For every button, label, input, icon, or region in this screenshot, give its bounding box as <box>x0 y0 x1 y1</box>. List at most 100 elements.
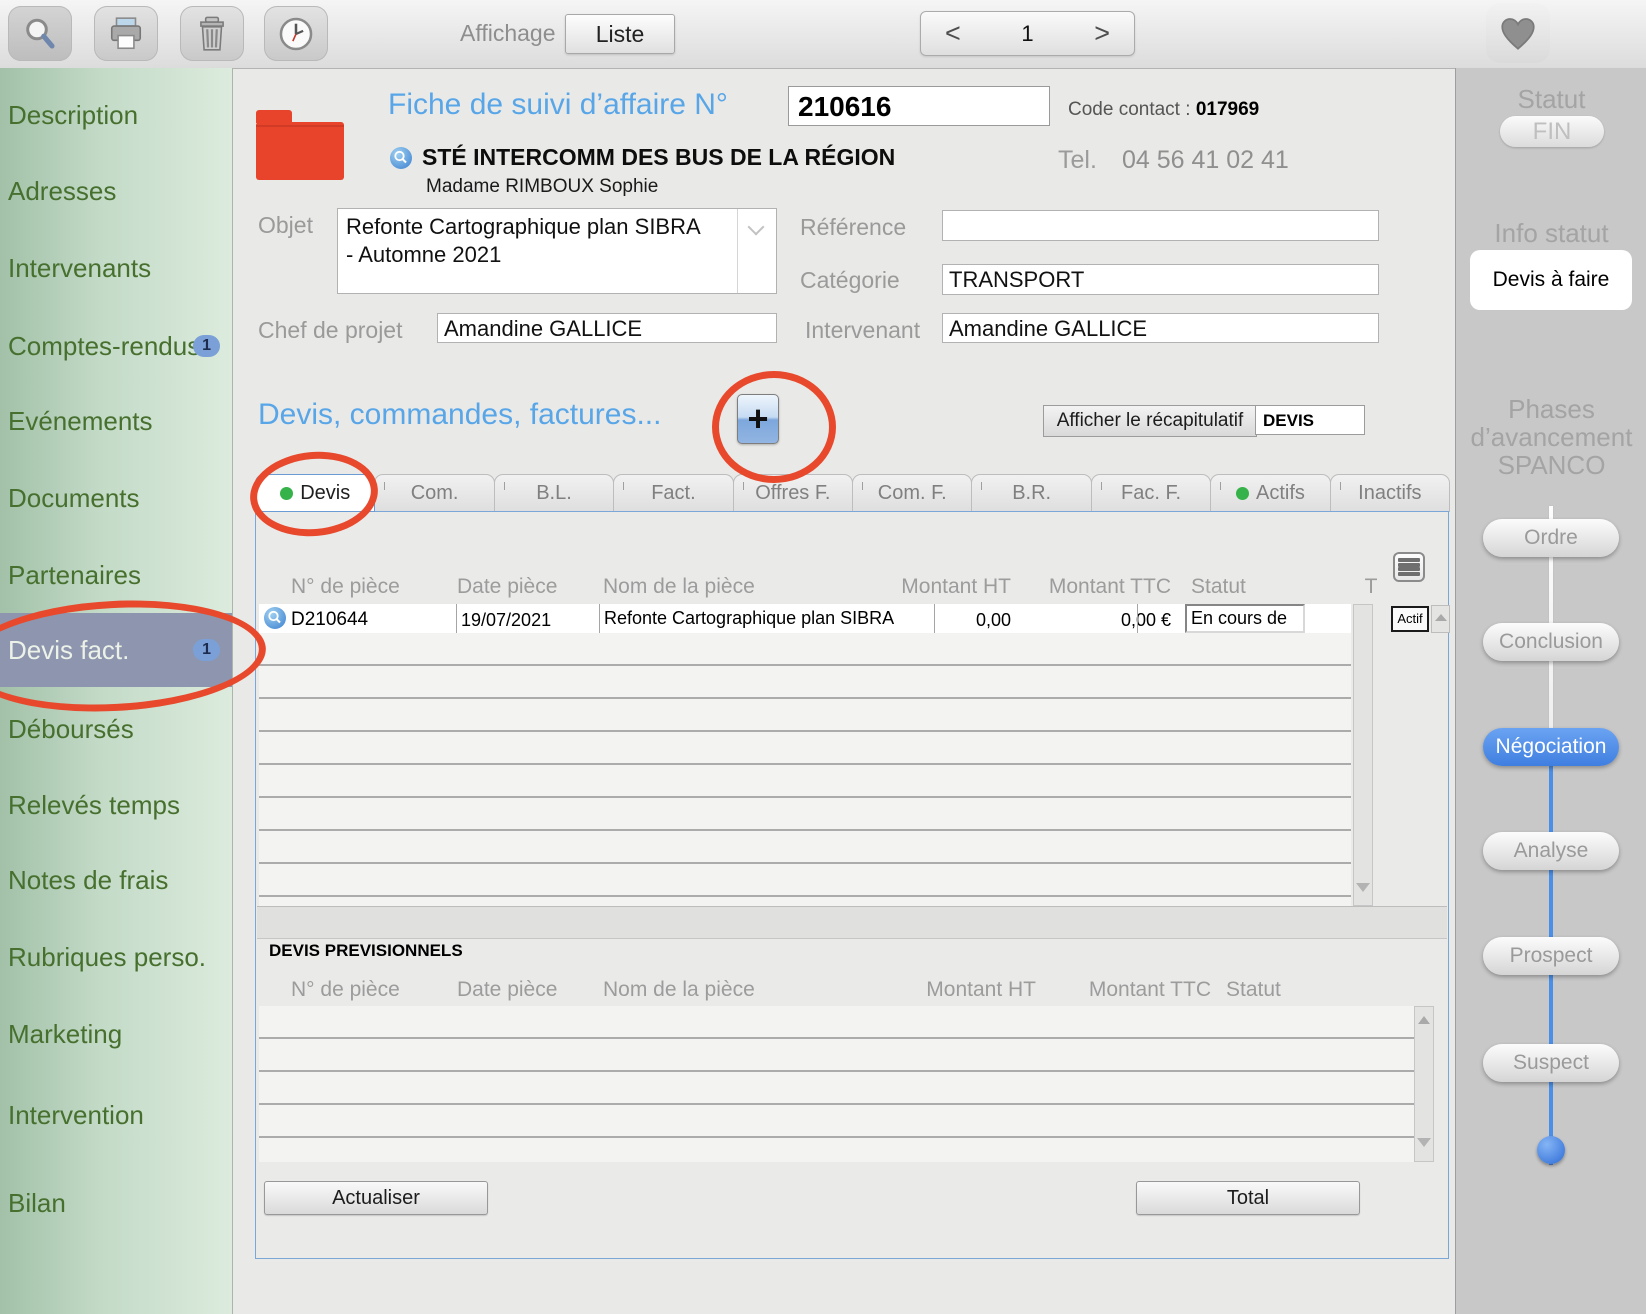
clock-icon <box>277 15 315 53</box>
heart-icon <box>1497 12 1539 54</box>
chevron-down-icon <box>748 219 765 236</box>
phase-progress-dot <box>1537 1136 1565 1164</box>
phase-conclusion[interactable]: Conclusion <box>1483 623 1619 661</box>
company-name: STÉ INTERCOMM DES BUS DE LA RÉGION <box>422 144 895 171</box>
recap-button[interactable]: Afficher le récapitulatif <box>1043 405 1257 437</box>
prev-col-header-nom: Nom de la pièce <box>603 978 755 1002</box>
sidebar-item-documents[interactable]: Documents <box>0 476 232 520</box>
categorie-field[interactable]: TRANSPORT <box>942 264 1379 295</box>
liste-button[interactable]: Liste <box>565 14 675 54</box>
document-tabs: Devis Com. B.L. Fact. Offres F. Com. F. … <box>255 474 1449 512</box>
next-record-button[interactable]: > <box>1094 18 1110 49</box>
previous-record-button[interactable]: < <box>945 18 961 49</box>
tab-br[interactable]: B.R. <box>971 474 1091 512</box>
phase-prospect[interactable]: Prospect <box>1483 937 1619 975</box>
sidebar-item-label: Notes de frais <box>8 865 168 896</box>
tab-fact[interactable]: Fact. <box>613 474 733 512</box>
statut-label: Statut <box>1456 84 1646 115</box>
objet-field[interactable]: Refonte Cartographique plan SIBRA - Auto… <box>337 208 777 294</box>
intervenant-field[interactable]: Amandine GALLICE <box>942 313 1379 343</box>
phases-title-line3: SPANCO <box>1456 450 1646 481</box>
tab-fac-f[interactable]: Fac. F. <box>1091 474 1211 512</box>
sidebar-item-partenaires[interactable]: Partenaires <box>0 553 232 597</box>
row-lookup-button[interactable] <box>264 607 286 629</box>
sidebar-item-marketing[interactable]: Marketing <box>0 1012 232 1056</box>
prev-col-header-statut: Statut <box>1226 978 1281 1002</box>
row-t-value[interactable]: Actif <box>1391 606 1429 632</box>
sidebar-item-label: Marketing <box>8 1019 122 1050</box>
sidebar-item-label: Evénements <box>8 406 153 437</box>
col-header-statut: Statut <box>1191 575 1246 599</box>
tel-value: 04 56 41 02 41 <box>1122 146 1289 175</box>
left-sidebar: Description Adresses Intervenants Compte… <box>0 68 233 1314</box>
sidebar-item-label: Partenaires <box>8 560 141 591</box>
documents-scrollbar[interactable] <box>1353 604 1373 906</box>
section-title: Devis, commandes, factures... <box>258 398 661 432</box>
sidebar-item-notes-de-frais[interactable]: Notes de frais <box>0 858 232 902</box>
phase-analyse[interactable]: Analyse <box>1483 832 1619 870</box>
search-icon <box>22 16 58 52</box>
prev-col-header-date: Date pièce <box>457 978 557 1002</box>
intervenant-label: Intervenant <box>805 317 920 344</box>
sidebar-item-debourses[interactable]: Déboursés <box>0 707 232 751</box>
actualiser-button[interactable]: Actualiser <box>264 1181 488 1215</box>
sidebar-item-label: Intervention <box>8 1100 144 1131</box>
history-button[interactable] <box>264 6 328 61</box>
sidebar-item-intervenants[interactable]: Intervenants <box>0 246 232 290</box>
record-navigator: < 1 > <box>920 11 1135 56</box>
recap-type-field[interactable]: DEVIS <box>1255 405 1365 435</box>
total-button[interactable]: Total <box>1136 1181 1360 1215</box>
phase-negociation[interactable]: Négociation <box>1483 728 1619 766</box>
prev-empty-rows-area <box>259 1006 1414 1162</box>
reference-field[interactable] <box>942 210 1379 241</box>
sidebar-item-label: Déboursés <box>8 714 134 745</box>
section-divider <box>257 906 1447 939</box>
folder-icon <box>256 122 344 180</box>
sidebar-item-label: Description <box>8 100 138 131</box>
sidebar-item-releves-temps[interactable]: Relevés temps <box>0 783 232 827</box>
sidebar-item-evenements[interactable]: Evénements <box>0 399 232 443</box>
tab-bl[interactable]: B.L. <box>494 474 614 512</box>
t-column-scrollbar[interactable] <box>1431 605 1450 633</box>
prev-col-header-ttc: Montant TTC <box>1076 978 1211 1002</box>
previsionnels-scrollbar[interactable] <box>1414 1006 1434 1162</box>
sidebar-item-comptes-rendus[interactable]: Comptes-rendus1 <box>0 324 232 368</box>
sidebar-item-bilan[interactable]: Bilan <box>0 1181 232 1225</box>
tab-label: Com. <box>411 482 459 505</box>
print-button[interactable] <box>94 6 158 61</box>
sidebar-item-intervention[interactable]: Intervention <box>0 1093 232 1137</box>
prev-col-header-piece: N° de pièce <box>291 978 400 1002</box>
tel-label: Tel. <box>1058 146 1097 175</box>
favorite-button[interactable] <box>1486 3 1550 63</box>
phase-ordre[interactable]: Ordre <box>1483 519 1619 557</box>
row-statut-dropdown[interactable]: En cours de <box>1185 604 1305 633</box>
delete-button[interactable] <box>180 6 244 61</box>
tab-label: Fac. F. <box>1121 482 1181 505</box>
code-contact-value: 017969 <box>1196 99 1259 120</box>
tab-com-f[interactable]: Com. F. <box>852 474 972 512</box>
page-title: Fiche de suivi d’affaire N° <box>388 88 728 122</box>
case-number-input[interactable]: 210616 <box>788 86 1050 126</box>
objet-dropdown[interactable] <box>737 209 776 293</box>
sidebar-item-label: Documents <box>8 483 140 514</box>
chef-de-projet-field[interactable]: Amandine GALLICE <box>437 313 777 343</box>
categorie-label: Catégorie <box>800 267 900 294</box>
tab-offres-f[interactable]: Offres F. <box>733 474 853 512</box>
row-montant-ttc: 0,00 € <box>1061 610 1171 631</box>
tab-inactifs[interactable]: Inactifs <box>1330 474 1450 512</box>
sidebar-item-description[interactable]: Description <box>0 93 232 137</box>
list-view-button[interactable] <box>1393 552 1425 582</box>
search-button[interactable] <box>8 6 72 61</box>
sidebar-item-devis-fact[interactable]: Devis fact.1 <box>0 613 232 687</box>
chef-de-projet-label: Chef de projet <box>258 317 402 344</box>
tab-devis[interactable]: Devis <box>255 474 375 512</box>
tab-com[interactable]: Com. <box>374 474 494 512</box>
add-document-button[interactable]: + <box>737 394 779 444</box>
statut-value-pill[interactable]: FIN <box>1500 116 1604 147</box>
company-lookup-button[interactable] <box>390 147 412 169</box>
tab-actifs[interactable]: Actifs <box>1210 474 1330 512</box>
sidebar-item-rubriques-perso[interactable]: Rubriques perso. <box>0 935 232 979</box>
sidebar-item-adresses[interactable]: Adresses <box>0 169 232 213</box>
phase-suspect[interactable]: Suspect <box>1483 1044 1619 1082</box>
sidebar-item-label: Rubriques perso. <box>8 942 206 973</box>
